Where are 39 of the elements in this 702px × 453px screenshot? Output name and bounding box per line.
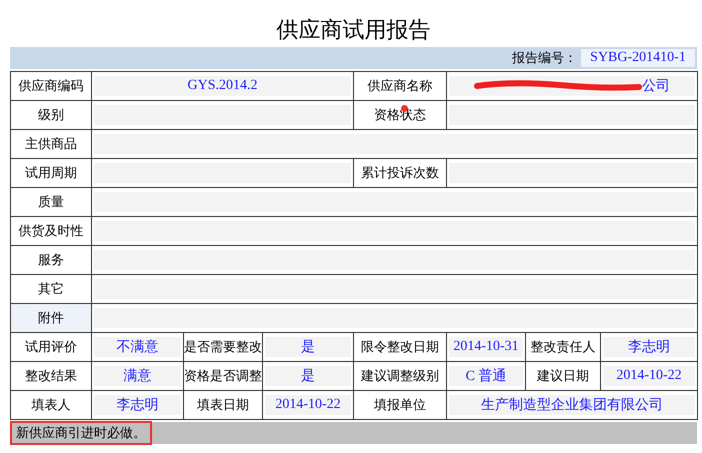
field-label: 试用周期 xyxy=(10,158,92,188)
field-value: 公司 xyxy=(642,78,670,95)
field-label: 服务 xyxy=(10,246,92,274)
field-value: GYS.2014.2 xyxy=(188,78,258,94)
field-value: C 普通 xyxy=(466,367,506,385)
field-label: 主供商品 xyxy=(10,130,92,158)
field-value: 2014-10-22 xyxy=(275,397,341,413)
field-value: 李志明 xyxy=(116,396,158,414)
field-label: 资格是否调整 xyxy=(184,362,262,390)
field-label: 限令整改日期 xyxy=(354,332,447,362)
field-value: 不满意 xyxy=(116,338,158,356)
field-label: 填表日期 xyxy=(184,390,262,420)
field-value: 2014-10-22 xyxy=(616,368,682,384)
field-value: 2014-10-31 xyxy=(453,339,519,355)
field-label: 供应商编码 xyxy=(10,72,92,100)
field-label: 试用评价 xyxy=(10,332,92,362)
report-title: 供应商试用报告 xyxy=(276,18,432,44)
field-label: 供货及时性 xyxy=(10,216,92,246)
field-label: 级别 xyxy=(10,100,92,130)
field-label: 填报单位 xyxy=(354,390,447,420)
field-value: 是 xyxy=(301,368,315,385)
field-label: 建议日期 xyxy=(526,362,601,390)
field-label: 其它 xyxy=(10,274,92,304)
report-number-value: SYBG-201410-1 xyxy=(581,49,695,67)
field-value: 是 xyxy=(301,338,315,356)
field-label: 附件 xyxy=(10,304,92,332)
field-value: 满意 xyxy=(124,368,152,385)
field-label: 填表人 xyxy=(10,390,92,420)
field-label: 供应商名称 xyxy=(354,72,447,100)
field-value: 李志明 xyxy=(628,338,670,356)
field-label: 质量 xyxy=(10,188,92,216)
field-label: 是否需要整改 xyxy=(184,332,262,362)
field-value: 生产制造型企业集团有限公司 xyxy=(481,396,664,414)
field-label: 整改结果 xyxy=(10,362,92,390)
field-label: 建议调整级别 xyxy=(354,362,447,390)
field-label: 整改责任人 xyxy=(526,332,601,362)
field-label: 累计投诉次数 xyxy=(354,158,447,188)
footer-note: 新供应商引进时必做。 xyxy=(10,421,152,445)
report-number-label: 报告编号： xyxy=(512,50,577,67)
